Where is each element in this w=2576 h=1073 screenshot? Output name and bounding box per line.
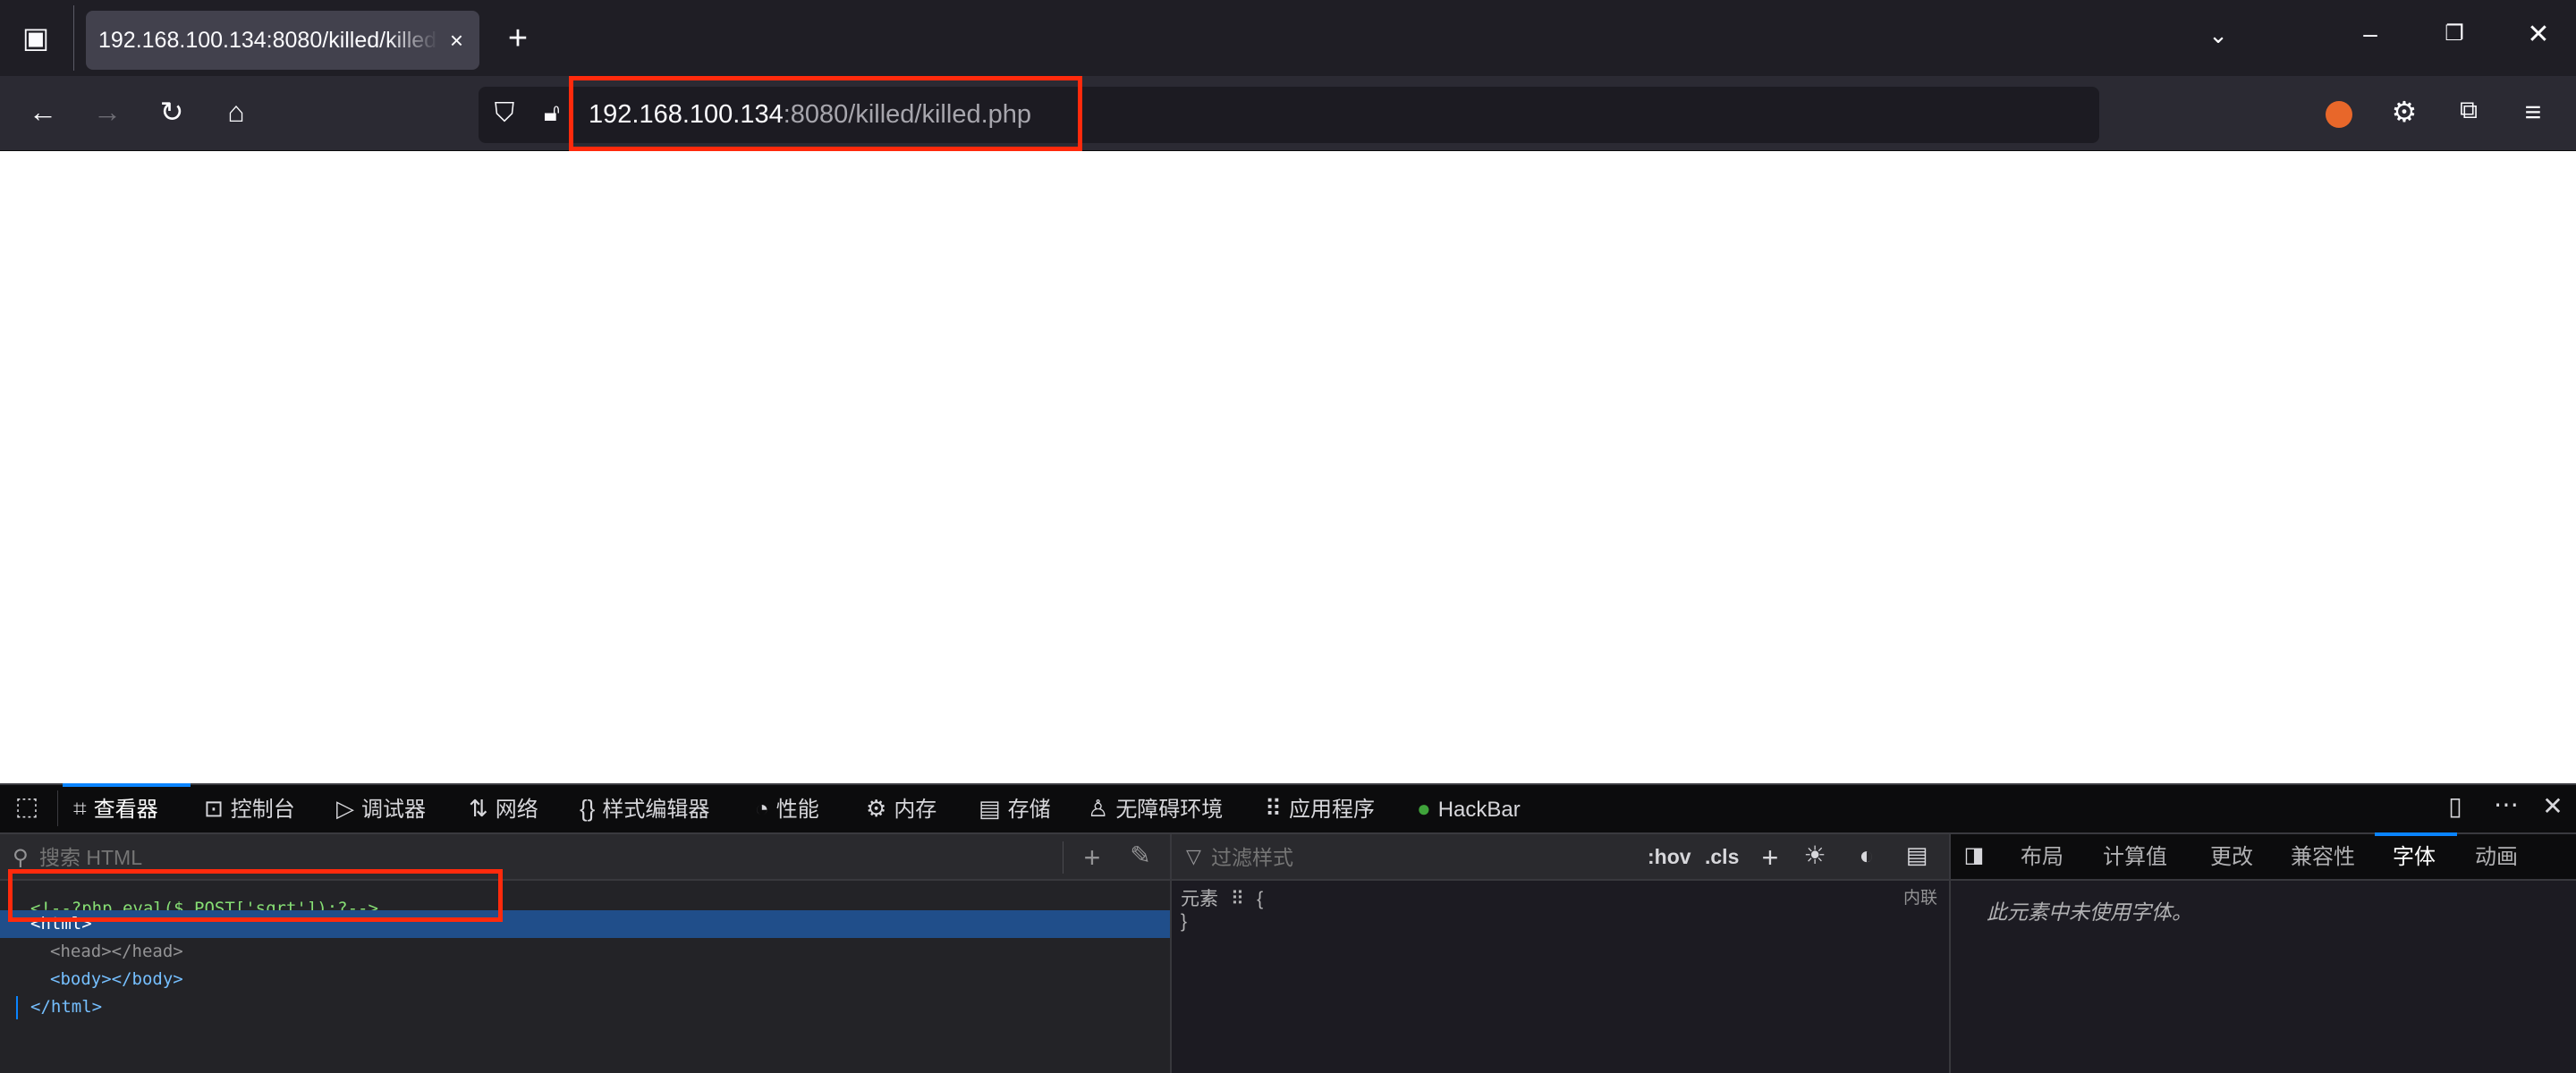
tab-label: 网络: [495, 798, 538, 822]
tab-label: 无障碍环境: [1115, 798, 1224, 822]
tab-debugger[interactable]: ▷ 调试器: [336, 785, 426, 832]
add-rule-icon[interactable]: +: [1757, 843, 1784, 872]
grid-icon[interactable]: ⠿: [1231, 889, 1244, 909]
sidebar-tabs: ◨ 布局 计算值 更改 兼容性 字体 动画: [1951, 832, 2576, 881]
tab-fonts[interactable]: 字体: [2393, 834, 2436, 881]
hackbar-icon: ●: [1417, 795, 1431, 822]
tab-inspector[interactable]: ⌗ 查看器: [73, 785, 158, 832]
style-editor-icon: {}: [580, 795, 596, 822]
responsive-design-icon[interactable]: ▯: [2442, 794, 2469, 819]
body-close: </body>: [111, 969, 183, 989]
tab-changes[interactable]: 更改: [2210, 834, 2253, 881]
eyedropper-icon[interactable]: ✎: [1125, 843, 1156, 868]
tab-label: 内存: [894, 798, 937, 822]
more-options-icon[interactable]: ⋯: [2490, 792, 2522, 817]
filter-styles-input[interactable]: [1211, 841, 1631, 874]
tab-overview-icon[interactable]: ▣: [20, 23, 52, 52]
page-content: [0, 151, 2576, 783]
shield-icon[interactable]: ⛉: [488, 100, 521, 127]
tab-label: HackBar: [1437, 798, 1521, 822]
restore-icon[interactable]: ❐: [2436, 23, 2472, 45]
dark-scheme-icon[interactable]: ◐: [1853, 843, 1880, 868]
add-node-icon[interactable]: +: [1077, 843, 1107, 872]
rules-filter-row: ▽ :hov .cls + ☀ ◐ ▤: [1172, 834, 1951, 881]
divider: [73, 5, 74, 71]
element-rule: 元素 ⠿ {: [1181, 884, 1263, 911]
extensions-icon[interactable]: ⧉: [2451, 97, 2487, 123]
search-icon: ⚲: [13, 846, 29, 870]
devtools-toolbar: ⬚ ⌗ 查看器 ⊡ 控制台 ▷ 调试器 ⇅ 网络 {} 样式编辑器 ◔ 性能 ⚙ 内存 ▤ 存储…: [0, 783, 2576, 834]
tab-label: 存储: [1007, 798, 1051, 822]
tab-title: 192.168.100.134:8080/killed/killed.php: [98, 28, 438, 53]
tab-hackbar[interactable]: ● HackBar: [1417, 785, 1521, 832]
accessibility-icon: ♙: [1088, 795, 1109, 822]
tab-label: 调试器: [361, 798, 426, 822]
light-scheme-icon[interactable]: ☀: [1801, 843, 1828, 868]
annotation-box-url: [569, 76, 1082, 151]
tab-animations[interactable]: 动画: [2475, 834, 2518, 881]
tab-network[interactable]: ⇅ 网络: [469, 785, 538, 832]
tab-style-editor[interactable]: {} 样式编辑器: [580, 785, 709, 832]
home-icon[interactable]: ⌂: [218, 97, 254, 126]
back-icon[interactable]: ←: [25, 97, 61, 126]
tab-label: 应用程序: [1289, 798, 1376, 822]
no-fonts-message: 此元素中未使用字体。: [1987, 900, 2192, 924]
head-node[interactable]: <head></head>: [0, 938, 1170, 966]
menu-icon[interactable]: ≡: [2515, 97, 2551, 126]
html-close-node[interactable]: </html>: [0, 993, 1170, 1021]
inline-label[interactable]: 内联: [1903, 884, 1937, 908]
annotation-box-comment: [8, 869, 503, 922]
settings-gear-icon[interactable]: ⚙: [2386, 97, 2422, 126]
filter-icon: ▽: [1186, 845, 1201, 867]
insecure-lock-icon[interactable]: 🔓︎: [538, 100, 565, 125]
list-all-tabs-icon[interactable]: ⌄: [2200, 23, 2236, 46]
element-label: 元素: [1181, 889, 1218, 909]
body-open: <body>: [50, 969, 112, 989]
inspector-icon: ⌗: [73, 795, 87, 822]
sidebar-panel: ◨ 布局 计算值 更改 兼容性 字体 动画 此元素中未使用字体。: [1949, 832, 2576, 1073]
tab-computed[interactable]: 计算值: [2103, 834, 2167, 881]
reload-icon[interactable]: ↻: [154, 97, 190, 126]
tree-guide-line: [16, 996, 18, 1019]
minimize-icon[interactable]: –: [2352, 21, 2388, 46]
tab-memory[interactable]: ⚙ 内存: [866, 785, 936, 832]
tab-storage[interactable]: ▤ 存储: [979, 785, 1051, 832]
element-picker-icon[interactable]: ⬚: [11, 794, 43, 819]
application-icon: ⠿: [1265, 795, 1283, 822]
cls-button[interactable]: .cls: [1705, 845, 1739, 869]
tab-compatibility[interactable]: 兼容性: [2291, 834, 2355, 881]
hov-button[interactable]: :hov: [1648, 845, 1691, 869]
close-brace: }: [1181, 911, 1188, 932]
storage-icon: ▤: [979, 795, 1001, 822]
performance-icon: ◔: [755, 795, 769, 822]
rules-panel: ▽ :hov .cls + ☀ ◐ ▤ 元素 ⠿ { } 内联: [1170, 834, 1951, 1073]
memory-icon: ⚙: [866, 795, 887, 822]
close-icon[interactable]: ✕: [2521, 21, 2556, 48]
divider: [57, 790, 58, 826]
debugger-icon: ▷: [336, 795, 354, 822]
tab-active[interactable]: 192.168.100.134:8080/killed/killed.php ×: [86, 11, 479, 70]
active-tab-indicator: [2375, 832, 2457, 836]
tab-layout[interactable]: 布局: [2021, 834, 2063, 881]
print-media-icon[interactable]: ▤: [1903, 843, 1930, 866]
open-brace: {: [1257, 889, 1264, 909]
tab-bar: ▣ 192.168.100.134:8080/killed/killed.php…: [0, 0, 2576, 76]
extension-fox-icon[interactable]: [2326, 101, 2352, 128]
forward-icon[interactable]: →: [89, 97, 125, 126]
close-devtools-icon[interactable]: ✕: [2537, 794, 2569, 819]
tab-close-icon[interactable]: ×: [450, 11, 463, 70]
tab-label: 控制台: [230, 798, 295, 822]
tab-performance[interactable]: ◔ 性能: [755, 785, 819, 832]
tab-application[interactable]: ⠿ 应用程序: [1265, 785, 1375, 832]
console-icon: ⊡: [204, 795, 224, 822]
toggle-sidebar-icon[interactable]: ◨: [1962, 845, 1987, 866]
tab-accessibility[interactable]: ♙ 无障碍环境: [1088, 785, 1223, 832]
tab-label: 性能: [775, 798, 819, 822]
tab-label: 查看器: [93, 798, 158, 822]
body-node[interactable]: <body></body>: [0, 966, 1170, 993]
network-icon: ⇅: [469, 795, 488, 822]
tab-label: 样式编辑器: [602, 798, 710, 822]
new-tab-button[interactable]: +: [501, 21, 535, 55]
tab-console[interactable]: ⊡ 控制台: [204, 785, 295, 832]
